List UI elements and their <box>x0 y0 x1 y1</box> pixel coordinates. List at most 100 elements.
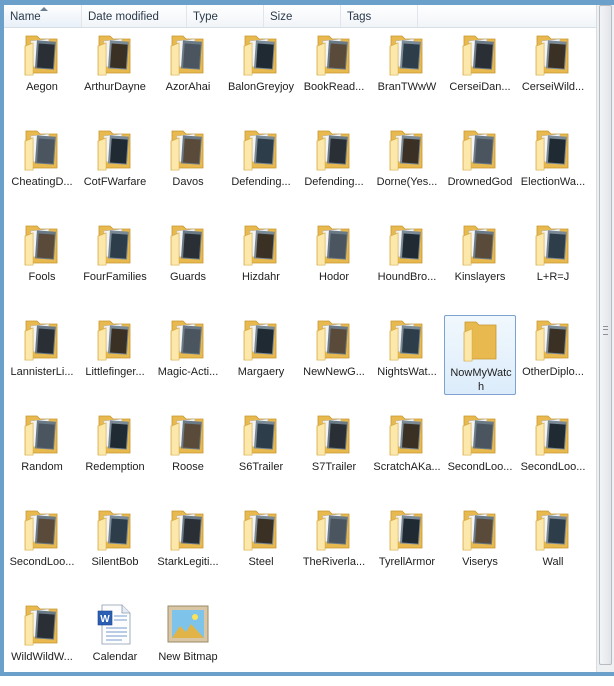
folder-item[interactable]: ArthurDayne <box>79 30 151 116</box>
folder-item[interactable]: BookRead... <box>298 30 370 116</box>
folder-item[interactable]: TyrellArmor <box>371 505 443 591</box>
folder-icon <box>534 317 572 361</box>
item-label: Roose <box>172 461 204 473</box>
folder-item[interactable]: Kinslayers <box>444 220 516 306</box>
folder-item[interactable]: SecondLoo... <box>517 410 589 496</box>
item-label: ElectionWa... <box>520 176 586 188</box>
item-label: New Bitmap <box>158 651 218 663</box>
folder-item[interactable]: Viserys <box>444 505 516 591</box>
folder-icon <box>315 127 353 171</box>
folder-icon <box>315 222 353 266</box>
folder-item[interactable]: L+R=J <box>517 220 589 306</box>
folder-item[interactable]: Redemption <box>79 410 151 496</box>
sort-ascending-icon <box>40 7 48 11</box>
item-label: StarkLegiti... <box>157 556 219 568</box>
folder-item[interactable]: Defending... <box>225 125 297 211</box>
folder-item[interactable]: Roose <box>152 410 224 496</box>
folder-icon <box>461 127 499 171</box>
folder-item[interactable]: StarkLegiti... <box>152 505 224 591</box>
item-label: HoundBro... <box>377 271 437 283</box>
bitmap-image-icon <box>167 602 209 646</box>
folder-item[interactable]: Davos <box>152 125 224 211</box>
folder-item[interactable]: Defending... <box>298 125 370 211</box>
folder-icon <box>169 32 207 76</box>
file-icon-view[interactable]: Aegon ArthurDayne AzorAhai BalonGreyjoy Book… <box>4 28 596 672</box>
column-header-tags[interactable]: Tags <box>341 5 418 27</box>
folder-item[interactable]: S7Trailer <box>298 410 370 496</box>
folder-item[interactable]: OtherDiplo... <box>517 315 589 401</box>
folder-item[interactable]: Wall <box>517 505 589 591</box>
folder-icon <box>242 507 280 551</box>
window-frame-bottom <box>0 672 614 676</box>
folder-item[interactable]: FourFamilies <box>79 220 151 306</box>
folder-item[interactable]: NewNewG... <box>298 315 370 401</box>
item-label: WildWildW... <box>11 651 73 663</box>
folder-icon <box>96 507 134 551</box>
folder-item[interactable]: ElectionWa... <box>517 125 589 211</box>
folder-icon <box>388 127 426 171</box>
item-label: Calendar <box>92 651 138 663</box>
folder-item[interactable]: HoundBro... <box>371 220 443 306</box>
folder-item[interactable]: CerseiWild... <box>517 30 589 116</box>
folder-item[interactable]: ScratchAKa... <box>371 410 443 496</box>
folder-item[interactable]: NowMyWatch <box>444 315 516 395</box>
folder-icon <box>388 32 426 76</box>
folder-item[interactable]: Aegon <box>6 30 78 116</box>
folder-item[interactable]: Hizdahr <box>225 220 297 306</box>
item-label: ArthurDayne <box>84 81 146 93</box>
folder-item[interactable]: NightsWat... <box>371 315 443 401</box>
item-label: S7Trailer <box>311 461 357 473</box>
folder-item[interactable]: LannisterLi... <box>6 315 78 401</box>
folder-item[interactable]: S6Trailer <box>225 410 297 496</box>
folder-item[interactable]: BalonGreyjoy <box>225 30 297 116</box>
column-header-date-modified[interactable]: Date modified <box>82 5 187 27</box>
item-label: AzorAhai <box>165 81 211 93</box>
folder-item[interactable]: Guards <box>152 220 224 306</box>
folder-item[interactable]: SecondLoo... <box>444 410 516 496</box>
column-header-size[interactable]: Size <box>264 5 341 27</box>
folder-item[interactable]: Dorne(Yes... <box>371 125 443 211</box>
item-label: NewNewG... <box>303 366 365 378</box>
item-label: Viserys <box>462 556 498 568</box>
folder-item[interactable]: Magic-Acti... <box>152 315 224 401</box>
item-label: CotFWarfare <box>83 176 147 188</box>
item-label: BookRead... <box>303 81 365 93</box>
item-label: Aegon <box>26 81 58 93</box>
folder-item[interactable]: AzorAhai <box>152 30 224 116</box>
folder-icon <box>242 412 280 456</box>
item-label: NowMyWatch <box>450 367 512 393</box>
column-header-type[interactable]: Type <box>187 5 264 27</box>
vertical-scrollbar[interactable] <box>596 5 614 672</box>
column-label: Tags <box>347 11 372 23</box>
folder-item[interactable]: Fools <box>6 220 78 306</box>
folder-item[interactable]: CerseiDan... <box>444 30 516 116</box>
folder-icon <box>23 317 61 361</box>
folder-icon <box>169 127 207 171</box>
folder-item[interactable]: BranTWwW <box>371 30 443 116</box>
folder-item[interactable]: Margaery <box>225 315 297 401</box>
scrollbar-thumb[interactable] <box>599 5 612 665</box>
folder-icon <box>461 222 499 266</box>
folder-icon <box>23 412 61 456</box>
folder-icon <box>96 222 134 266</box>
folder-item[interactable]: DrownedGod <box>444 125 516 211</box>
item-label: OtherDiplo... <box>522 366 584 378</box>
folder-item[interactable]: CotFWarfare <box>79 125 151 211</box>
folder-item[interactable]: Random <box>6 410 78 496</box>
item-label: Random <box>21 461 63 473</box>
folder-icon <box>315 317 353 361</box>
folder-item[interactable]: Steel <box>225 505 297 591</box>
folder-item[interactable]: Hodor <box>298 220 370 306</box>
column-header-name[interactable]: Name <box>4 5 82 27</box>
folder-item[interactable]: CheatingD... <box>6 125 78 211</box>
item-label: Steel <box>248 556 274 568</box>
folder-item[interactable]: SilentBob <box>79 505 151 591</box>
item-label: TheRiverla... <box>302 556 366 568</box>
folder-item[interactable]: SecondLoo... <box>6 505 78 591</box>
item-label: Hodor <box>319 271 349 283</box>
folder-item[interactable]: TheRiverla... <box>298 505 370 591</box>
word-document-icon: W <box>96 602 134 646</box>
folder-icon <box>315 507 353 551</box>
folder-item[interactable]: Littlefinger... <box>79 315 151 401</box>
item-label: Magic-Acti... <box>157 366 219 378</box>
